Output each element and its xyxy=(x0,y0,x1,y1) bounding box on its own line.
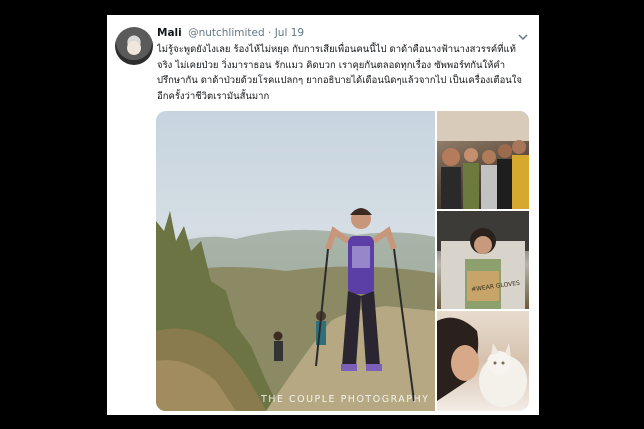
author-handle[interactable]: @nutchlimited xyxy=(188,27,265,39)
tweet-text-line: อีกครั้งว่าชีวิตเรามันสั้นมาก xyxy=(157,90,270,102)
tweet-text-line: จริง ไม่เคยป่วย วิ่งมาราธอน รักแมว คิดบว… xyxy=(157,59,506,71)
tweet-header: Mali @nutchlimited · Jul 19 xyxy=(157,25,529,41)
runner-scene-illustration xyxy=(156,208,435,411)
photo-watermark: THE COUPLE PHOTOGRAPHY xyxy=(261,394,430,405)
media-photo-group[interactable] xyxy=(437,111,529,209)
tweet-date[interactable]: Jul 19 xyxy=(275,27,304,39)
hospital-photo-illustration xyxy=(437,211,529,309)
header-separator: · xyxy=(268,27,272,39)
avatar-face xyxy=(127,41,141,55)
author-name[interactable]: Mali xyxy=(157,27,182,39)
tweet-text-line: ไม่รู้จะพูดยังไงเลย ร้องไห้ไม่หยุด กับกา… xyxy=(157,44,516,55)
media-photo-hospital[interactable]: #WEAR GLOVES xyxy=(437,211,529,309)
chevron-down-icon[interactable] xyxy=(517,27,529,41)
cat-photo-illustration xyxy=(437,317,527,407)
group-photo-illustration xyxy=(437,111,529,209)
media-photo-cat[interactable] xyxy=(437,311,529,411)
tweet-media-grid: THE COUPLE PHOTOGRAPHY #WEAR GLOVES xyxy=(156,111,529,411)
tweet-text-line: ปรึกษากัน ดาด้าป่วยด้วยโรคแปลกๆ ยากอธิบา… xyxy=(157,75,522,86)
tweet-card[interactable]: Mali @nutchlimited · Jul 19 ไม่รู้จะพูดย… xyxy=(107,15,539,415)
media-photo-runner[interactable]: THE COUPLE PHOTOGRAPHY xyxy=(156,111,435,411)
avatar[interactable] xyxy=(115,27,153,65)
tweet-text: ไม่รู้จะพูดยังไงเลย ร้องไห้ไม่หยุด กับกา… xyxy=(157,42,529,104)
